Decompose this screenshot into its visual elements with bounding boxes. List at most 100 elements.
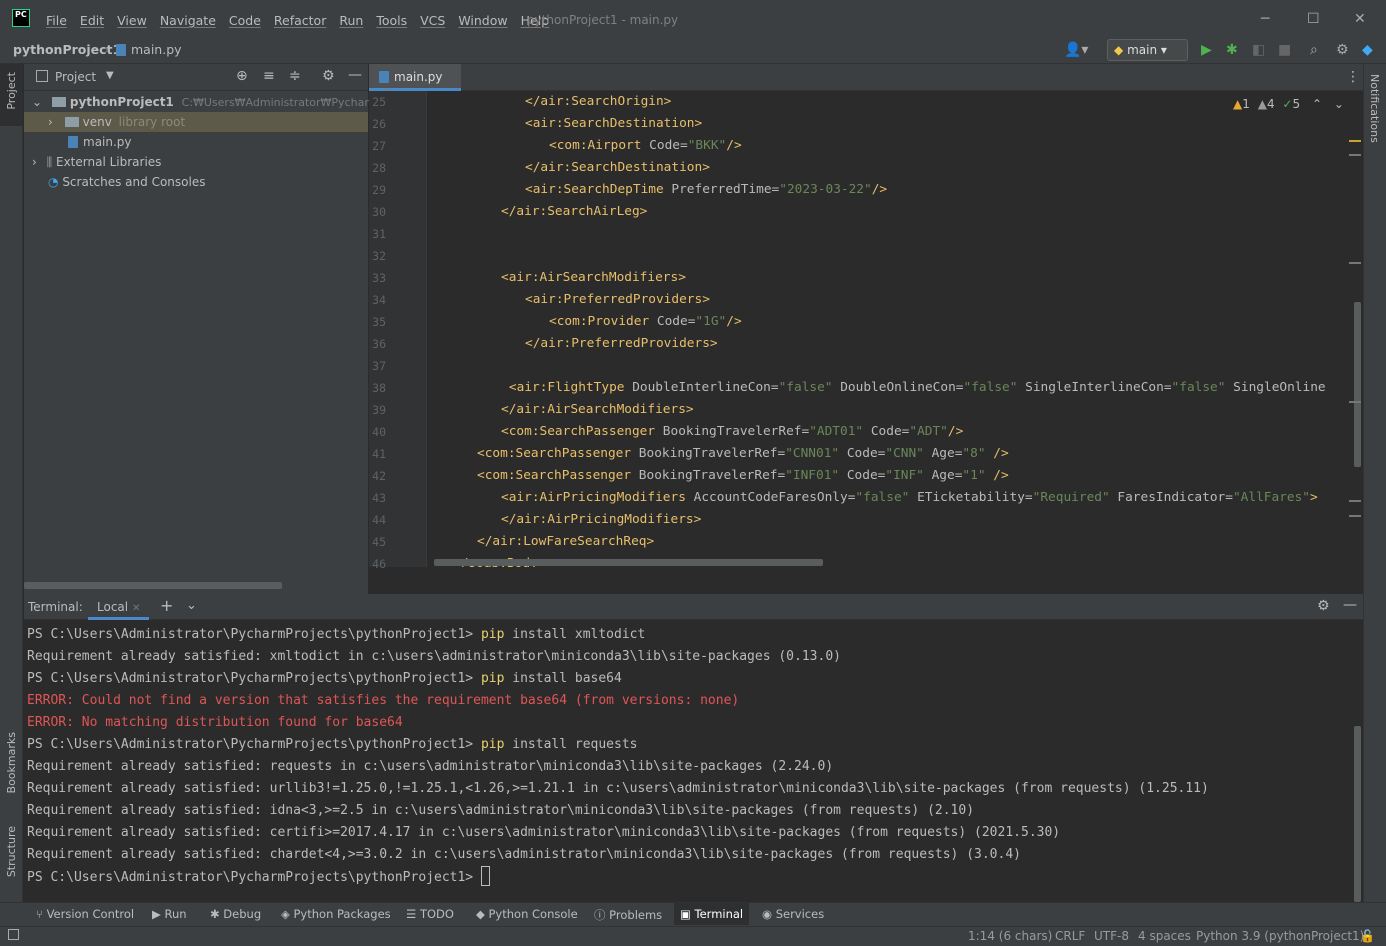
terminal-cursor[interactable] <box>480 866 490 886</box>
warning-marker[interactable] <box>1349 140 1361 142</box>
code-line: <com:SearchPassenger BookingTravelerRef=… <box>501 421 963 443</box>
tree-item-venv[interactable]: › venv library root <box>24 112 368 132</box>
settings-icon[interactable]: ⚙ <box>1336 42 1349 58</box>
tool-tab-problems[interactable]: ⓘ Problems <box>594 907 662 923</box>
jetbrains-ai-icon[interactable]: ◆ <box>1362 42 1373 58</box>
project-panel-title[interactable]: Project <box>55 70 96 84</box>
xml-value: "false" <box>963 380 1018 395</box>
menu-item-window[interactable]: Window <box>458 13 507 28</box>
run-icon[interactable]: ▶ <box>1201 42 1212 58</box>
gear-icon[interactable]: ⚙ <box>1317 598 1330 614</box>
terminal-output[interactable]: PS C:\Users\Administrator\PycharmProject… <box>24 620 1349 902</box>
menu-item-vcs[interactable]: VCS <box>420 13 445 28</box>
vertical-scrollbar[interactable] <box>1354 726 1361 902</box>
xml-value: "1G" <box>695 314 727 329</box>
locate-icon[interactable]: ⊕ <box>236 68 248 84</box>
tree-item-external-libraries[interactable]: › ⫼ External Libraries <box>32 152 161 172</box>
weak-warning-marker[interactable] <box>1349 262 1361 264</box>
tree-item-main-py[interactable]: main.py <box>68 132 132 152</box>
tree-item-project-root[interactable]: ⌄ pythonProject1 C:₩Users₩Administrator₩… <box>32 92 400 112</box>
chevron-down-icon[interactable]: ⌄ <box>1334 97 1344 111</box>
xml-attribute: Code= <box>839 446 886 461</box>
line-number: 30 <box>372 205 386 219</box>
warning-icon: ▲ <box>1233 97 1243 111</box>
terminal-tab-local[interactable]: Local ✕ <box>88 594 150 620</box>
python-interpreter[interactable]: Python 3.9 (pythonProject1) <box>1196 929 1364 943</box>
tool-tab-services[interactable]: ◉ Services <box>762 907 824 921</box>
collapse-all-icon[interactable]: ≑ <box>289 68 301 84</box>
breadcrumb-separator-icon: › <box>104 42 109 57</box>
menu-item-view[interactable]: View <box>117 13 147 28</box>
run-config-label: main <box>1127 43 1158 57</box>
caret-position[interactable]: 1:14 (6 chars) <box>968 929 1052 943</box>
menu-item-refactor[interactable]: Refactor <box>274 13 326 28</box>
indent-setting[interactable]: 4 spaces <box>1138 929 1191 943</box>
search-icon[interactable]: ⌕ <box>1310 42 1318 58</box>
debug-icon[interactable]: ✱ <box>1226 42 1238 58</box>
weak-warning-marker[interactable] <box>1349 154 1361 156</box>
xml-tag: </air:SearchOrigin> <box>525 94 672 109</box>
minimize-icon[interactable]: ─ <box>1261 11 1269 27</box>
tree-item-scratches[interactable]: ◔ Scratches and Consoles <box>48 172 205 192</box>
weak-warning-marker[interactable] <box>1349 515 1361 517</box>
xml-attribute: DoubleInterlineCon= <box>632 380 779 395</box>
code-line: </air:LowFareSearchReq> <box>477 531 654 553</box>
code-area[interactable]: </air:SearchOrigin> <air:SearchDestinatio… <box>429 91 1359 567</box>
weak-warning-marker[interactable] <box>1349 500 1361 502</box>
panel-toggle-icon[interactable] <box>8 929 19 940</box>
terminal-command-line: PS C:\Users\Administrator\PycharmProject… <box>27 624 645 646</box>
hide-panel-icon[interactable]: — <box>1343 597 1357 613</box>
tab-main-py[interactable]: main.py ✕ <box>369 64 461 98</box>
menu-item-tools[interactable]: Tools <box>376 13 407 28</box>
chevron-down-icon[interactable]: ⌄ <box>186 598 197 613</box>
window-title: pythonProject1 - main.py <box>527 13 679 27</box>
xml-tag: <air:PreferredProviders> <box>525 292 710 307</box>
bookmarks-tool-tab[interactable]: Bookmarks <box>5 732 18 793</box>
notifications-tool-tab[interactable]: Notifications <box>1368 74 1381 143</box>
menu-item-code[interactable]: Code <box>229 13 261 28</box>
line-separator[interactable]: CRLF <box>1055 929 1085 943</box>
chevron-up-icon[interactable]: ⌃ <box>1312 97 1322 111</box>
hide-panel-icon[interactable]: — <box>348 67 362 83</box>
close-icon[interactable]: ✕ <box>1354 11 1366 27</box>
lock-icon[interactable]: 🔓 <box>1360 929 1375 943</box>
project-tool-tab[interactable]: Project <box>0 64 23 126</box>
structure-tool-tab[interactable]: Structure <box>5 826 18 877</box>
xml-attribute: SingleInterlineCon= <box>1017 380 1172 395</box>
close-tab-icon[interactable]: ✕ <box>132 603 140 614</box>
run-config-select[interactable]: ◆ main ▾ <box>1107 39 1188 61</box>
more-options-icon[interactable]: ⋮ <box>1346 69 1360 85</box>
tool-tab-python-console[interactable]: ◆ Python Console <box>476 907 578 921</box>
terminal-output-line: Requirement already satisfied: chardet<4… <box>27 847 1021 862</box>
tool-tab-version-control[interactable]: ⑂ Version Control <box>36 907 134 921</box>
menu-item-run[interactable]: Run <box>339 13 363 28</box>
terminal-tab-label: Local <box>97 600 129 614</box>
typo-count: 5 <box>1292 97 1301 111</box>
tool-tab-terminal[interactable]: ▣ Terminal <box>674 903 750 925</box>
file-encoding[interactable]: UTF-8 <box>1094 929 1129 943</box>
horizontal-scrollbar[interactable] <box>24 582 282 589</box>
user-account-icon[interactable]: 👤▾ <box>1064 42 1088 58</box>
weak-warning-marker[interactable] <box>1349 401 1361 403</box>
tool-tab-debug[interactable]: ✱ Debug <box>210 907 261 921</box>
vertical-scrollbar[interactable] <box>1354 302 1361 467</box>
maximize-icon[interactable]: ☐ <box>1307 11 1320 27</box>
code-line: </air:AirSearchModifiers> <box>501 399 694 421</box>
menu-item-navigate[interactable]: Navigate <box>160 13 216 28</box>
stop-icon[interactable]: ■ <box>1278 42 1291 58</box>
problems-icon: ⓘ <box>594 908 610 922</box>
add-terminal-icon[interactable]: + <box>160 596 173 615</box>
menu-item-edit[interactable]: Edit <box>80 13 104 28</box>
tool-tab-run[interactable]: ▶ Run <box>152 907 187 921</box>
tool-tab-python-packages[interactable]: ◈ Python Packages <box>281 907 391 921</box>
breadcrumb-file[interactable]: main.py <box>116 42 182 57</box>
tool-tab-todo[interactable]: ☰ TODO <box>406 907 454 921</box>
xml-tag: <com:Airport <box>549 138 650 153</box>
coverage-icon[interactable]: ◧ <box>1252 42 1265 58</box>
gear-icon[interactable]: ⚙ <box>322 68 335 84</box>
menu-item-file[interactable]: File <box>46 13 67 28</box>
expand-all-icon[interactable]: ≡ <box>263 68 275 84</box>
inspection-widget[interactable]: ▲1 ▲4 ✓5 ⌃ ⌄ <box>1233 97 1344 111</box>
horizontal-scrollbar[interactable] <box>434 559 823 566</box>
chevron-down-icon[interactable]: ▼ <box>106 70 114 81</box>
